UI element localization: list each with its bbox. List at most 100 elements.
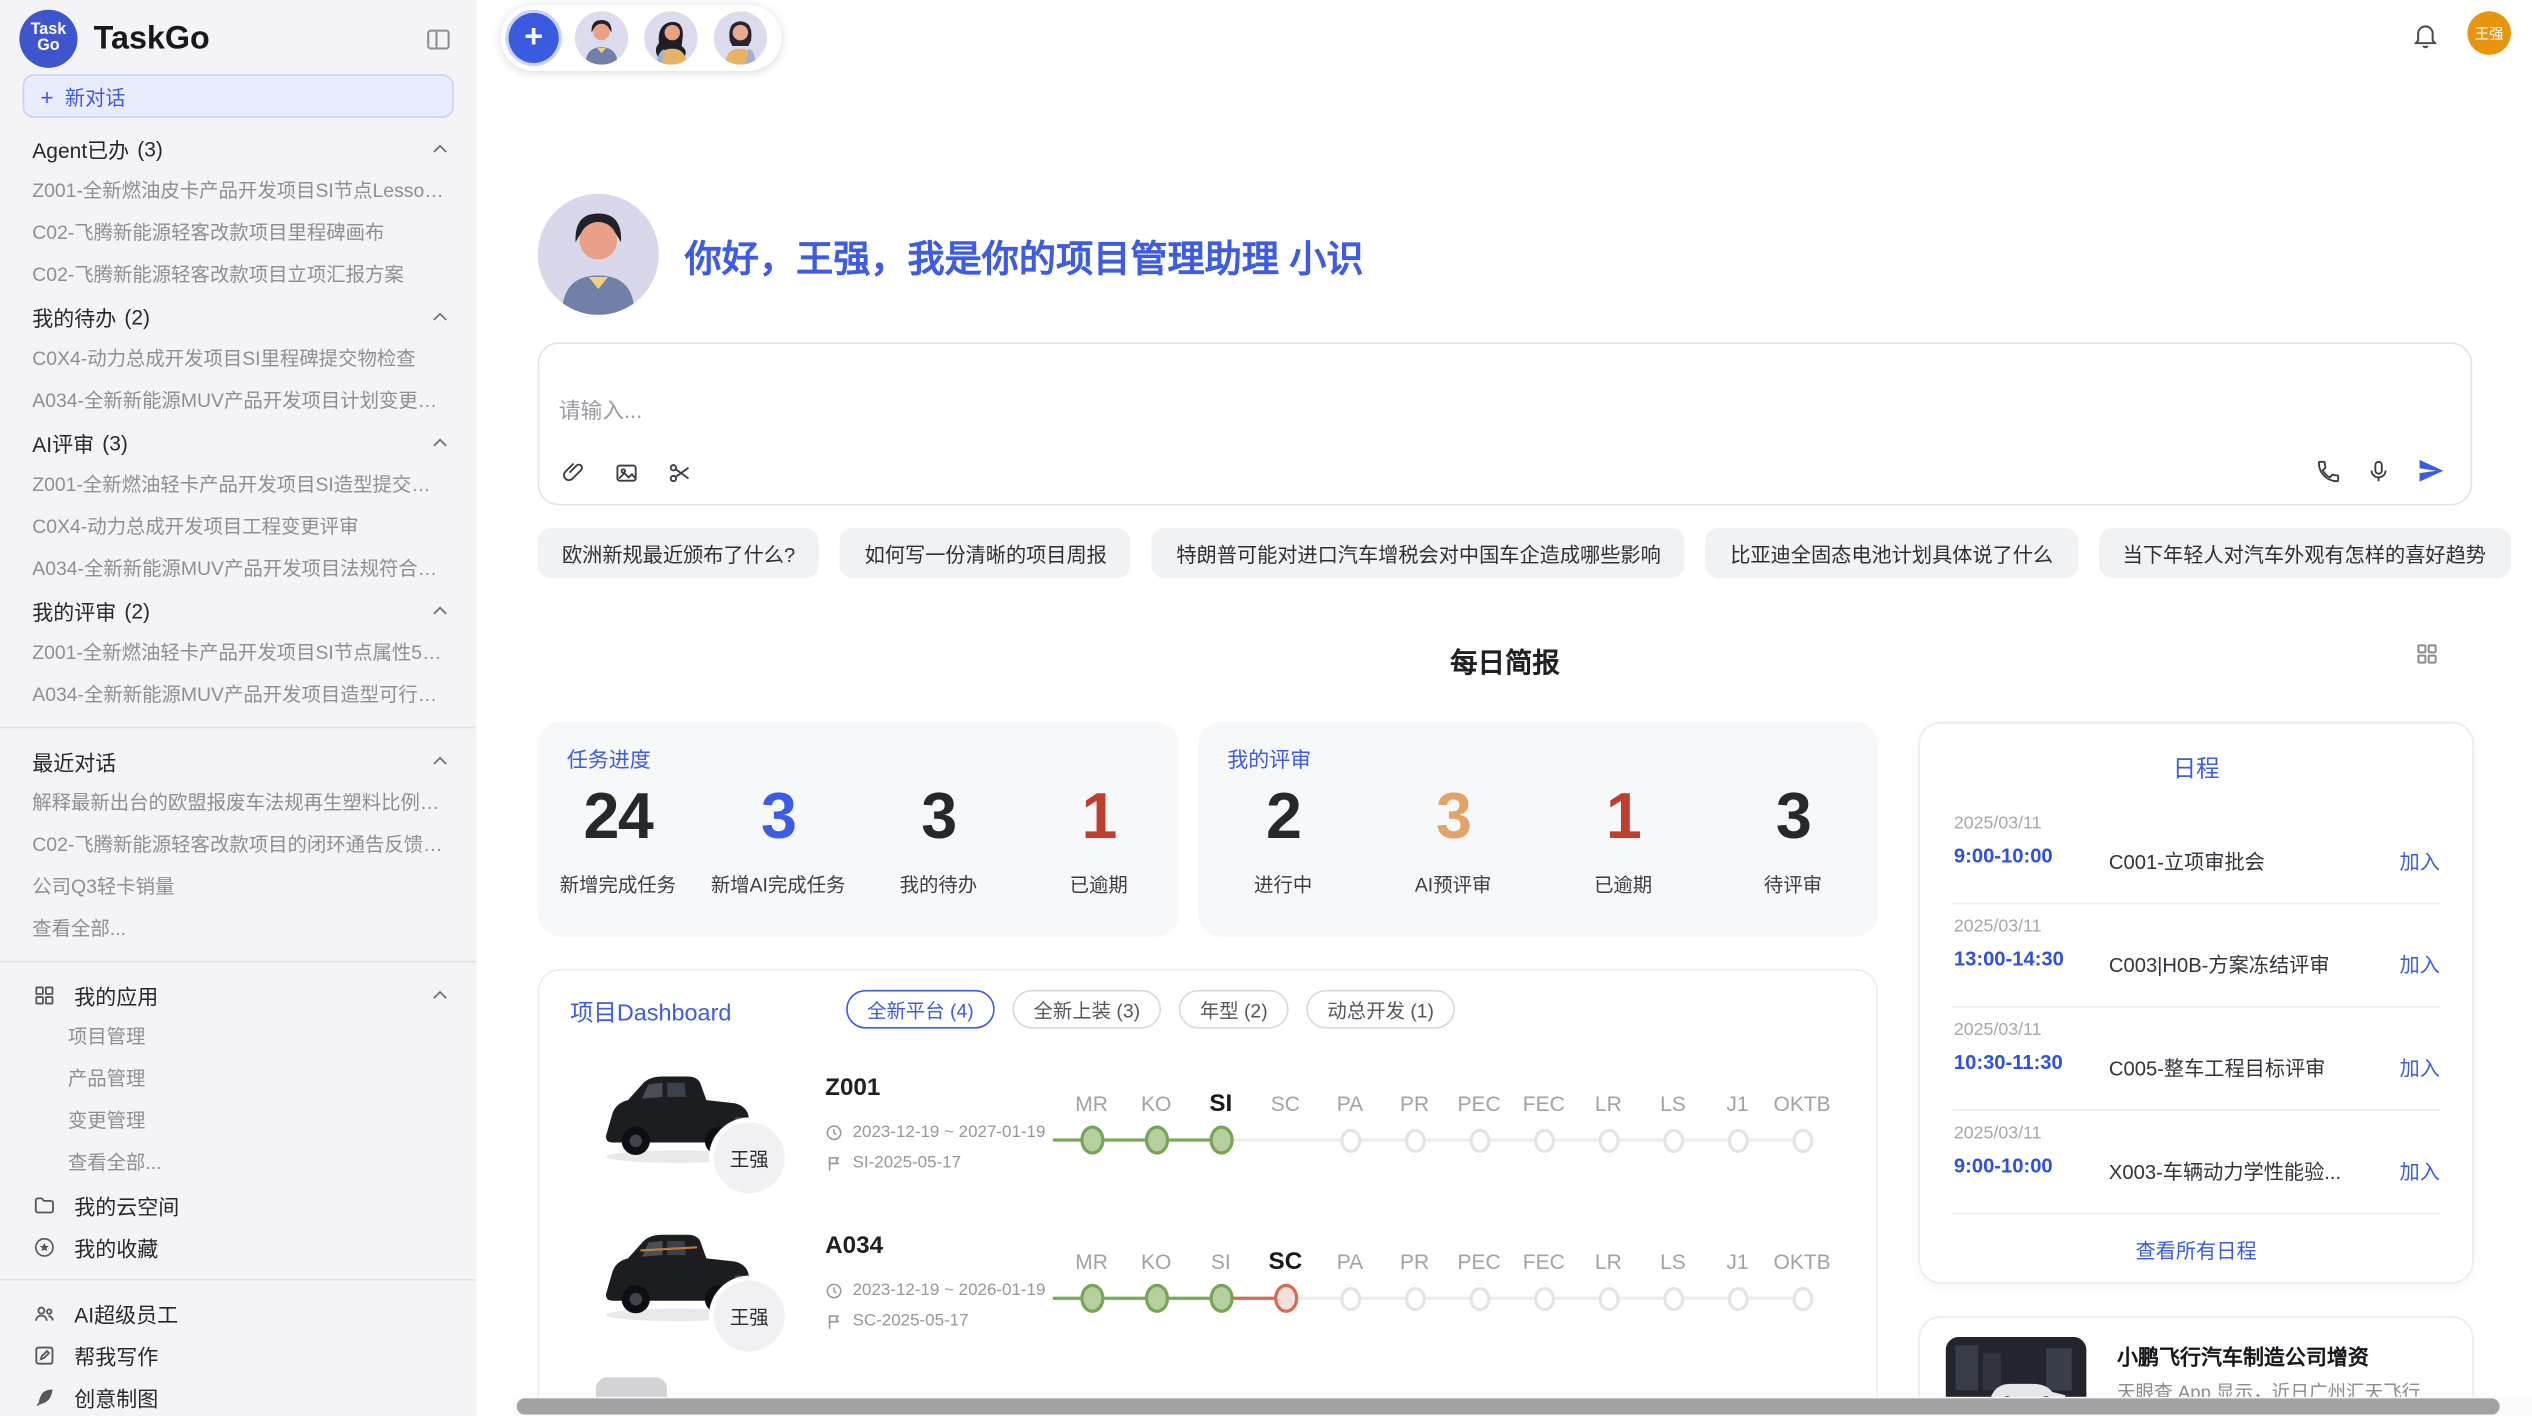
add-assistant-button[interactable]: + [509, 13, 559, 63]
assistant-avatar-1[interactable] [575, 11, 628, 64]
conversation-item[interactable]: Z001-全新燃油轻卡产品开发项目SI节点属性5D文件评审 [0, 631, 476, 673]
event-join-link[interactable]: 加入 [2400, 948, 2440, 979]
conversation-item[interactable]: A034-全新新能源MUV产品开发项目计划变更表编写 [0, 379, 476, 421]
app-item-project-mgmt[interactable]: 项目管理 [0, 1016, 476, 1058]
conversation-item[interactable]: C0X4-动力总成开发项目SI里程碑提交物检查 [0, 337, 476, 379]
project-dates: 2023-12-19 ~ 2027-01-19 [825, 1122, 1045, 1141]
conversation-item[interactable]: C0X4-动力总成开发项目工程变更评审 [0, 505, 476, 547]
milestone-track: MR KO SI SC PA PR PEC FEC LR LS J1 OKTB [1059, 1084, 1834, 1181]
scrollbar-thumb[interactable] [517, 1398, 2500, 1414]
chevron-up-icon [430, 600, 451, 621]
milestone-label: OKTB [1774, 1084, 1831, 1126]
sidebar-item-help-write[interactable]: 帮我写作 [0, 1334, 476, 1376]
assistant-avatar-3[interactable] [714, 11, 767, 64]
event-date: 2025/03/11 [1954, 1124, 2042, 1143]
app-item-change-mgmt[interactable]: 变更管理 [0, 1100, 476, 1142]
milestone-label: OKTB [1774, 1242, 1831, 1284]
project-row-a034[interactable]: 王强 A034 2023-12-19 ~ 2026-01-19 SC-2025-… [539, 1206, 1876, 1364]
milestone-label: MR [1075, 1242, 1108, 1284]
phone-icon[interactable] [2316, 458, 2342, 484]
milestone-label: LS [1660, 1242, 1686, 1284]
filter-model-year[interactable]: 年型 (2) [1179, 990, 1289, 1029]
suggestion-chip[interactable]: 特朗普可能对进口汽车增税会对中国车企造成哪些影响 [1152, 528, 1685, 578]
microphone-icon[interactable] [2366, 458, 2392, 484]
filter-powertrain[interactable]: 动总开发 (1) [1306, 990, 1455, 1029]
stat-pending-review: 3 待评审 [1708, 782, 1878, 898]
conversation-item[interactable]: Z001-全新燃油轻卡产品开发项目SI造型提交物评审 [0, 463, 476, 505]
apps-view-all[interactable]: 查看全部... [0, 1142, 476, 1184]
suggestion-chip[interactable]: 如何写一份清晰的项目周报 [840, 528, 1131, 578]
conversation-item[interactable]: C02-飞腾新能源轻客改款项目立项汇报方案 [0, 254, 476, 296]
conversation-item[interactable]: A034-全新新能源MUV产品开发项目造型可行性评审 [0, 673, 476, 715]
stat-ai-done: 3 新增AI完成任务 [698, 782, 858, 898]
sidebar-item-favorites[interactable]: 我的收藏 [0, 1226, 476, 1268]
my-review-card: 我的评审 2 进行中 3 AI预评审 1 已逾期 3 待评审 [1198, 722, 1878, 937]
conversation-item[interactable]: C02-飞腾新能源轻客改款项目里程碑画布 [0, 212, 476, 254]
milestone-dot-done [1079, 1126, 1103, 1155]
sidebar-item-cloud-space[interactable]: 我的云空间 [0, 1184, 476, 1226]
conversation-item[interactable]: A034-全新新能源MUV产品开发项目法规符合性评审 [0, 547, 476, 589]
section-header-ai-review[interactable]: AI评审 (3) [0, 421, 476, 463]
milestone-label: FEC [1523, 1242, 1565, 1284]
main-content: + 王强 你好，王强，我是你的项目管理助理 小识 [476, 0, 2532, 1416]
stat-row: 2 进行中 3 AI预评审 1 已逾期 3 待评审 [1198, 782, 1878, 898]
sidebar-item-label: AI超级员工 [74, 1297, 178, 1328]
write-icon [32, 1343, 56, 1367]
sidebar-header: Task Go TaskGo [0, 0, 476, 68]
sidebar-collapse-icon[interactable] [423, 23, 454, 54]
clock-icon [825, 1281, 843, 1299]
milestone-label: PEC [1458, 1084, 1501, 1126]
stat-label: 待评审 [1708, 870, 1878, 897]
milestone-dot-pending [1469, 1128, 1490, 1152]
event-join-link[interactable]: 加入 [2400, 1051, 2440, 1082]
milestone-dot-done [1079, 1284, 1103, 1313]
logo-line2: Go [37, 39, 59, 55]
new-chat-button[interactable]: + 新对话 [23, 74, 454, 118]
recent-conversation-item[interactable]: 解释最新出台的欧盟报废车法规再生塑料比例被调至15%... [0, 782, 476, 824]
section-header-recent[interactable]: 最近对话 [0, 740, 476, 782]
app-item-product-mgmt[interactable]: 产品管理 [0, 1058, 476, 1100]
section-label: 最近对话 [32, 745, 116, 776]
suggestion-chip[interactable]: 欧洲新规最近颁布了什么? [538, 528, 820, 578]
event-date: 2025/03/11 [1954, 1021, 2042, 1040]
section-header-my-review[interactable]: 我的评审 (2) [0, 589, 476, 631]
scissors-icon[interactable] [667, 460, 693, 486]
section-header-my-todo[interactable]: 我的待办 (2) [0, 296, 476, 338]
milestone-dot-done [1209, 1126, 1233, 1155]
composer-input[interactable] [559, 399, 1689, 423]
sidebar-item-my-apps[interactable]: 我的应用 [0, 974, 476, 1016]
recent-view-all[interactable]: 查看全部... [0, 908, 476, 950]
project-flag-text: SI-2025-05-17 [853, 1153, 961, 1172]
section-header-agent-done[interactable]: Agent已办 (3) [0, 128, 476, 170]
stat-value: 1 [1538, 782, 1708, 853]
project-owner-badge: 王强 [714, 1281, 785, 1352]
milestone-dot-pending [1533, 1128, 1554, 1152]
suggestion-chip[interactable]: 当下年轻人对汽车外观有怎样的喜好趋势 [2098, 528, 2510, 578]
suggestion-chip[interactable]: 比亚迪全固态电池计划具体说了什么 [1706, 528, 2077, 578]
notification-bell-icon[interactable] [2411, 21, 2440, 50]
view-all-schedule-link[interactable]: 查看所有日程 [1920, 1234, 2472, 1265]
recent-conversation-item[interactable]: C02-飞腾新能源轻客改款项目的闭环通告反馈情况 [0, 824, 476, 866]
milestone-label: J1 [1726, 1084, 1748, 1126]
milestone-dot-pending [1598, 1128, 1619, 1152]
stat-row: 24 新增完成任务 3 新增AI完成任务 3 我的待办 1 已逾期 [538, 782, 1179, 898]
event-title: C001-立项审批会 [2109, 845, 2265, 876]
milestone-track: MR KO SI SC PA PR PEC FEC LR LS J1 OKTB [1059, 1242, 1834, 1339]
sidebar-item-ai-staff[interactable]: AI超级员工 [0, 1292, 476, 1334]
assistant-avatar-2[interactable] [644, 11, 697, 64]
event-join-link[interactable]: 加入 [2400, 845, 2440, 876]
attachment-icon[interactable] [560, 460, 586, 486]
image-icon[interactable] [614, 460, 640, 486]
conversation-item[interactable]: Z001-全新燃油皮卡产品开发项目SI节点Lesson Learn报告 [0, 170, 476, 212]
sidebar-item-creative-draw[interactable]: 创意制图 [0, 1376, 476, 1416]
event-join-link[interactable]: 加入 [2400, 1155, 2440, 1186]
filter-new-platform[interactable]: 全新平台 (4) [846, 990, 995, 1029]
layout-grid-icon[interactable] [2414, 641, 2440, 667]
recent-conversation-item[interactable]: 公司Q3轻卡销量 [0, 866, 476, 908]
milestone-dot-pending [1662, 1128, 1683, 1152]
filter-new-body[interactable]: 全新上装 (3) [1012, 990, 1161, 1029]
schedule-event: 2025/03/11 10:30-11:30 C005-整车工程目标评审 加入 [1920, 1008, 2472, 1111]
project-row-z001[interactable]: 王强 Z001 2023-12-19 ~ 2027-01-19 SI-2025-… [539, 1048, 1876, 1206]
send-icon[interactable] [2416, 455, 2447, 486]
user-avatar[interactable]: 王强 [2467, 11, 2511, 55]
